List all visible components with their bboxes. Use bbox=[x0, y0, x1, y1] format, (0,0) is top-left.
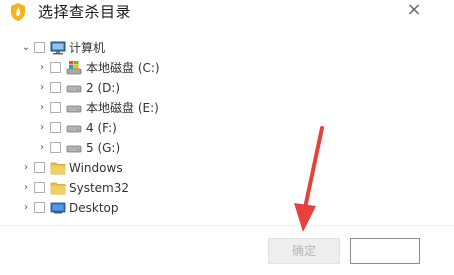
chevron-down-icon[interactable]: ⌄ bbox=[20, 38, 32, 58]
folder-icon bbox=[50, 182, 66, 195]
chevron-right-icon[interactable]: › bbox=[20, 178, 32, 198]
tree-item-label: 本地磁盘 (C:) bbox=[86, 61, 160, 75]
tree-item-drive-d[interactable]: › 2 (D:) bbox=[0, 78, 360, 98]
computer-icon bbox=[50, 41, 66, 55]
checkbox[interactable] bbox=[50, 142, 61, 153]
tree-item-drive-c[interactable]: › 本地磁盘 (C:) bbox=[0, 58, 360, 78]
drive-icon bbox=[66, 85, 82, 93]
tree-item-drive-g[interactable]: › 5 (G:) bbox=[0, 138, 360, 158]
drive-icon bbox=[66, 145, 82, 153]
footer-divider bbox=[0, 225, 454, 226]
system-drive-icon bbox=[66, 61, 82, 75]
tree-item-drive-f[interactable]: › 4 (F:) bbox=[0, 118, 360, 138]
drive-icon bbox=[66, 125, 82, 133]
chevron-right-icon[interactable]: › bbox=[36, 98, 48, 118]
tree-item-label: Windows bbox=[69, 161, 123, 175]
select-scan-folder-dialog: 选择查杀目录 × ⌄ 计算机 › 本地磁盘 (C:) › 2 (D:) › 本地… bbox=[0, 0, 454, 275]
tree-item-label: 4 (F:) bbox=[86, 121, 117, 135]
tree-item-label: System32 bbox=[69, 181, 130, 195]
tree-item-computer[interactable]: ⌄ 计算机 bbox=[0, 38, 360, 58]
chevron-right-icon[interactable]: › bbox=[20, 198, 32, 218]
tree-item-label: 2 (D:) bbox=[86, 81, 121, 95]
checkbox[interactable] bbox=[50, 102, 61, 113]
title-bar: 选择查杀目录 × bbox=[0, 0, 454, 28]
checkbox[interactable] bbox=[50, 122, 61, 133]
chevron-right-icon[interactable]: › bbox=[36, 58, 48, 78]
drive-icon bbox=[66, 105, 82, 113]
tree-item-windows[interactable]: › Windows bbox=[0, 158, 360, 178]
ok-button[interactable]: 确定 bbox=[268, 238, 340, 264]
dialog-title: 选择查杀目录 bbox=[38, 3, 132, 21]
desktop-icon bbox=[50, 202, 66, 214]
checkbox[interactable] bbox=[50, 82, 61, 93]
tree-item-label: 本地磁盘 (E:) bbox=[86, 101, 159, 115]
checkbox[interactable] bbox=[34, 202, 45, 213]
chevron-right-icon[interactable]: › bbox=[36, 118, 48, 138]
checkbox[interactable] bbox=[34, 182, 45, 193]
checkbox[interactable] bbox=[34, 42, 45, 53]
tree-item-label: 计算机 bbox=[69, 41, 106, 55]
checkbox[interactable] bbox=[50, 62, 61, 73]
shield-flame-icon bbox=[11, 3, 25, 21]
folder-icon bbox=[50, 162, 66, 175]
checkbox[interactable] bbox=[34, 162, 45, 173]
tree-item-system32[interactable]: › System32 bbox=[0, 178, 360, 198]
tree-item-label: Desktop bbox=[69, 201, 119, 215]
cancel-button[interactable] bbox=[350, 238, 420, 264]
tree-item-label: 5 (G:) bbox=[86, 141, 121, 155]
chevron-right-icon[interactable]: › bbox=[36, 78, 48, 98]
chevron-right-icon[interactable]: › bbox=[36, 138, 48, 158]
tree-item-desktop[interactable]: › Desktop bbox=[0, 198, 360, 218]
close-button[interactable]: × bbox=[403, 0, 425, 22]
tree-item-drive-e[interactable]: › 本地磁盘 (E:) bbox=[0, 98, 360, 118]
chevron-right-icon[interactable]: › bbox=[20, 158, 32, 178]
